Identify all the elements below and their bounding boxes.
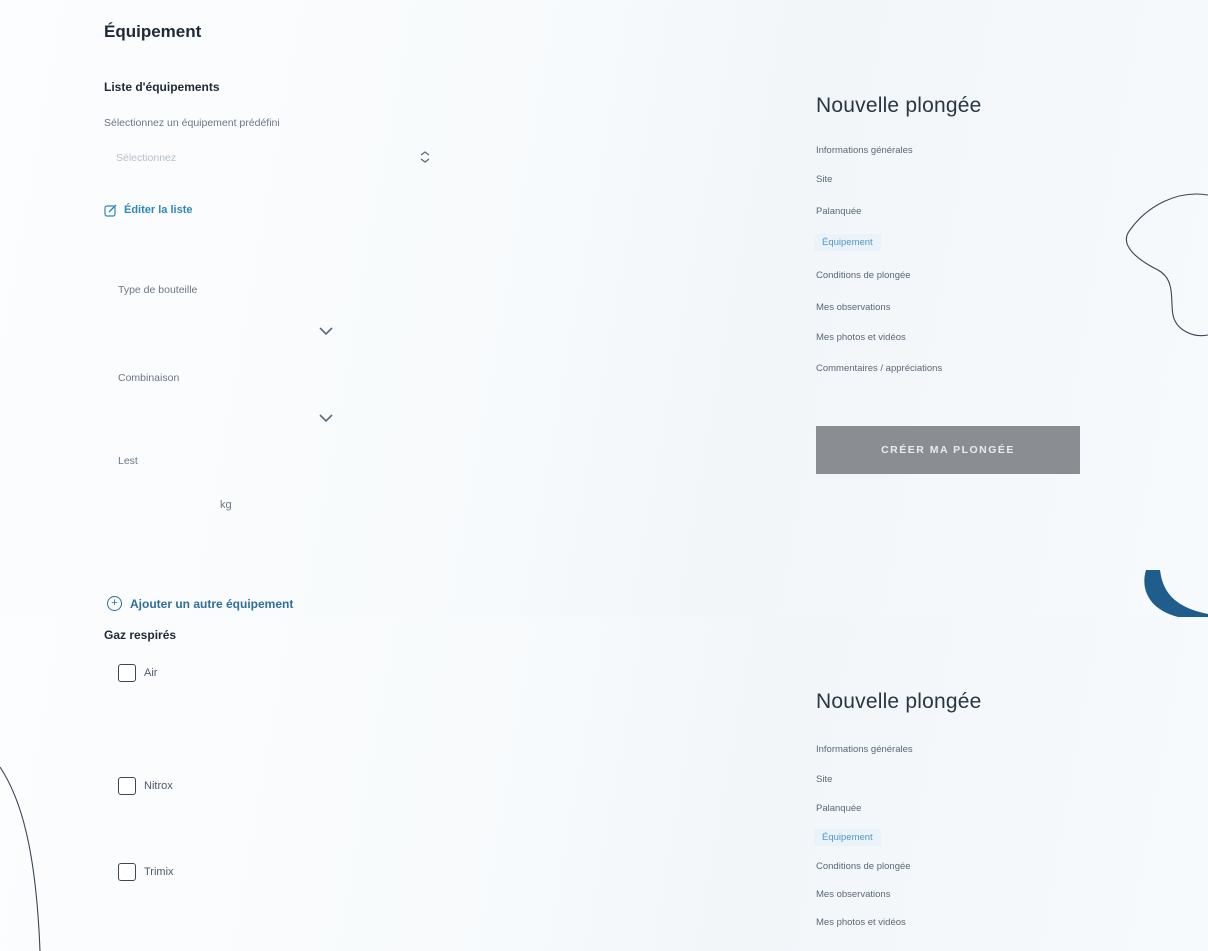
sidebar-item-photos-videos[interactable]: Mes photos et vidéos [816,332,906,343]
sidebar-item-dive-conditions[interactable]: Conditions de plongée [816,270,911,281]
sidebar-item-observations[interactable]: Mes observations [816,889,890,900]
sidebar-item-palanquee[interactable]: Palanquée [816,803,861,814]
suit-select[interactable] [130,412,330,428]
sidebar-item-general-info[interactable]: Informations générales [816,744,913,755]
sidebar-item-equipment[interactable]: Équipement [814,234,881,251]
sidebar-item-site[interactable]: Site [816,774,832,785]
wave-outline-decoration [1125,193,1208,337]
suit-chevron-icon[interactable] [318,413,334,423]
gas-option-nitrox[interactable]: Nitrox [118,777,173,795]
sidebar-item-general-info[interactable]: Informations générales [816,145,913,156]
equipment-screen-bottom: Gaz respirés Air Nitrox Trimix Nouvelle … [0,617,1208,951]
gas-option-trimix[interactable]: Trimix [118,863,174,881]
equipment-list-heading: Liste d'équipements [104,80,220,94]
sidebar-title: Nouvelle plongée [816,94,982,117]
bottle-type-label: Type de bouteille [118,284,198,296]
nitrox-checkbox[interactable] [118,777,136,795]
wave-outline-decoration-left [0,766,41,951]
edit-list-link[interactable]: Éditer la liste [104,203,192,217]
suit-label: Combinaison [118,372,180,384]
plus-circle-icon: + [107,596,122,611]
sidebar-item-comments[interactable]: Commentaires / appréciations [816,363,942,374]
lest-label: Lest [118,455,138,467]
predefined-equipment-select[interactable]: Sélectionnez [116,152,176,164]
edit-icon [104,204,117,217]
sidebar-item-dive-conditions[interactable]: Conditions de plongée [816,861,911,872]
air-label: Air [144,667,158,679]
edit-list-label: Éditer la liste [124,204,193,216]
bottle-type-chevron-icon[interactable] [318,326,334,336]
lest-unit: kg [220,499,232,511]
sidebar-item-site[interactable]: Site [816,174,832,185]
trimix-checkbox[interactable] [118,863,136,881]
gas-option-air[interactable]: Air [118,664,157,682]
bottle-type-select[interactable] [130,323,330,339]
equipment-screen-top: Équipement Liste d'équipements Sélection… [0,0,1208,617]
create-dive-button[interactable]: CRÉER MA PLONGÉE [816,426,1080,474]
add-equipment-link[interactable]: + Ajouter un autre équipement [107,596,293,611]
sort-chevron-icon[interactable] [419,150,431,164]
predefined-equipment-label: Sélectionnez un équipement prédéfini [104,117,280,129]
lest-input-row: kg [130,499,232,511]
sidebar-item-palanquee[interactable]: Palanquée [816,206,861,217]
sidebar-item-equipment[interactable]: Équipement [814,829,881,846]
trimix-label: Trimix [144,866,174,878]
nitrox-label: Nitrox [144,780,173,792]
air-checkbox[interactable] [118,664,136,682]
sidebar-title: Nouvelle plongée [816,690,982,713]
add-equipment-label: Ajouter un autre équipement [130,596,294,611]
page-title: Équipement [104,22,202,41]
gases-heading: Gaz respirés [104,628,177,642]
blue-arc-decoration [1144,570,1208,617]
sidebar-item-observations[interactable]: Mes observations [816,302,890,313]
sidebar-item-photos-videos[interactable]: Mes photos et vidéos [816,917,906,928]
